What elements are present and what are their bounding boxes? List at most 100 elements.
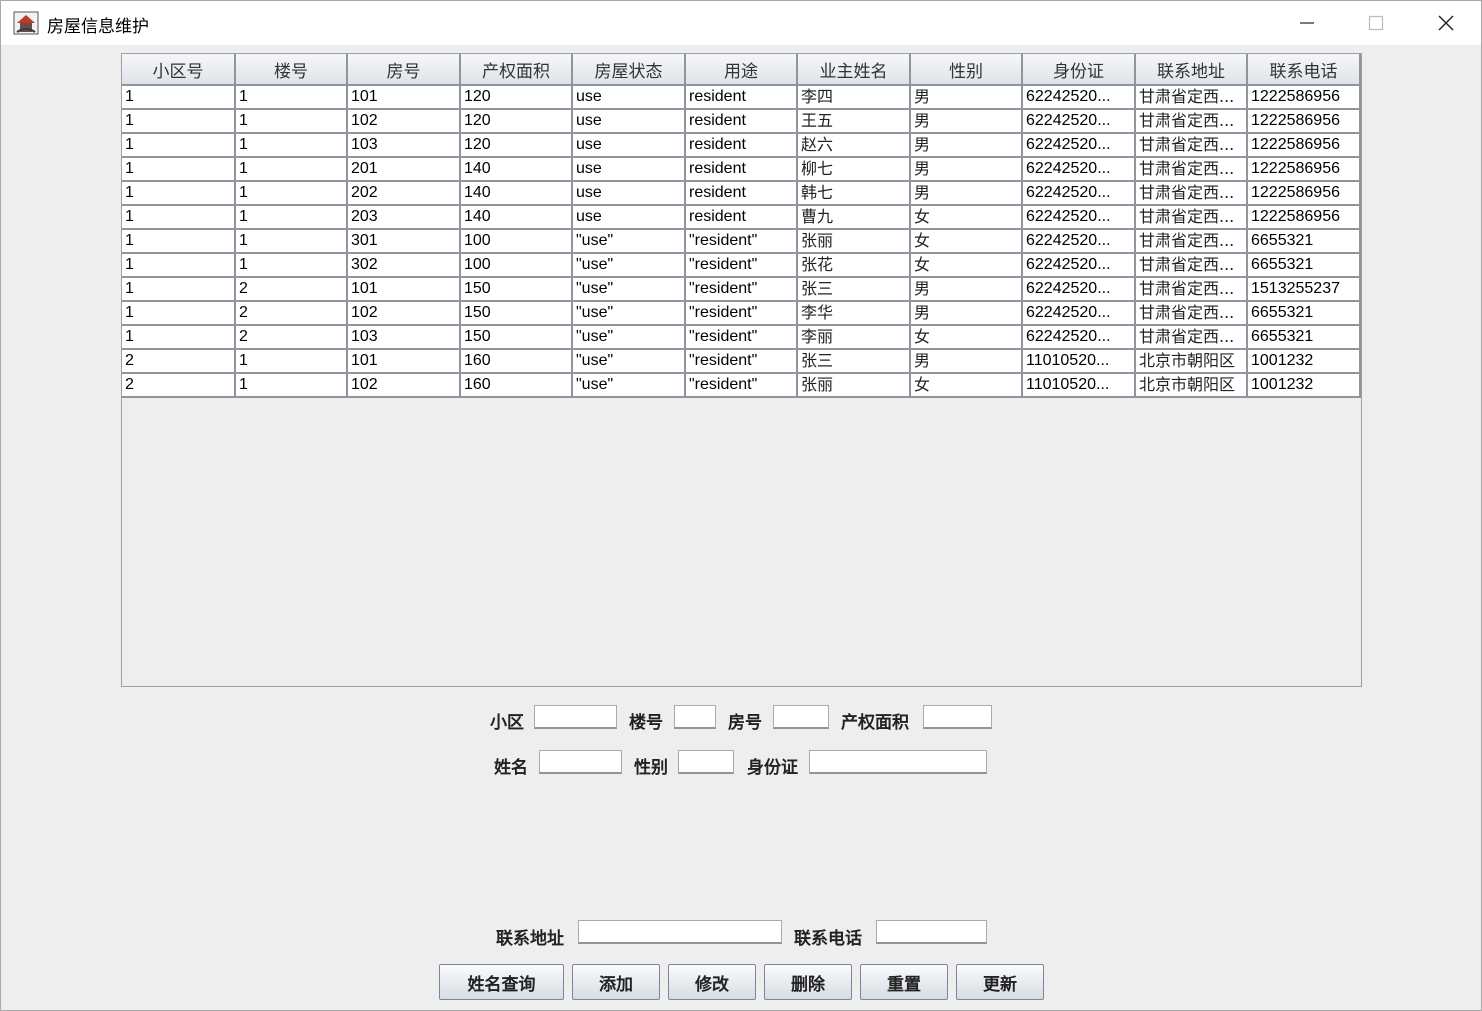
table-cell[interactable]: 101 xyxy=(347,349,461,374)
table-cell[interactable]: "use" xyxy=(572,373,686,398)
table-cell[interactable]: 曹九 xyxy=(797,205,911,230)
table-cell[interactable]: 1 xyxy=(122,325,236,350)
room-field[interactable] xyxy=(773,705,829,729)
table-cell[interactable]: 李四 xyxy=(797,85,911,110)
table-cell[interactable]: 2 xyxy=(122,373,236,398)
table-cell[interactable]: "resident" xyxy=(685,301,798,326)
table-cell[interactable]: 男 xyxy=(910,181,1023,206)
table-cell[interactable]: 62242520... xyxy=(1022,205,1136,230)
table-cell[interactable]: 张丽 xyxy=(797,229,911,254)
house-table[interactable]: 小区号 楼号 房号 产权面积 房屋状态 用途 业主姓名 性别 身份证 联系地址 联系电话 1 1 101… xyxy=(122,54,1361,398)
table-cell[interactable]: 62242520... xyxy=(1022,133,1136,158)
table-cell[interactable]: 140 xyxy=(460,157,573,182)
table-cell[interactable]: 1513255237 xyxy=(1247,277,1361,302)
table-row[interactable]: 1 1 203 140 use resident 曹九女 62242520... 甘肃省定西..… xyxy=(122,205,1361,230)
column-header[interactable]: 房屋状态 xyxy=(572,54,686,86)
table-cell[interactable]: 100 xyxy=(460,253,573,278)
table-cell[interactable]: resident xyxy=(685,181,798,206)
table-cell[interactable]: 1222586956 xyxy=(1247,133,1361,158)
column-header[interactable]: 用途 xyxy=(685,54,798,86)
table-cell[interactable]: 11010520... xyxy=(1022,349,1136,374)
table-cell[interactable]: 1222586956 xyxy=(1247,157,1361,182)
table-cell[interactable]: 甘肃省定西... xyxy=(1135,205,1248,230)
table-row[interactable]: 2 1 102 160 "use" "resident" 张丽女 11010520... 北京市… xyxy=(122,373,1361,398)
table-cell[interactable]: 1 xyxy=(122,85,236,110)
table-cell[interactable]: "use" xyxy=(572,301,686,326)
table-cell[interactable]: 1 xyxy=(235,181,348,206)
table-cell[interactable]: 1 xyxy=(235,109,348,134)
close-button[interactable] xyxy=(1416,1,1476,45)
table-cell[interactable]: resident xyxy=(685,157,798,182)
phone-field[interactable] xyxy=(876,920,987,944)
table-cell[interactable]: 李华 xyxy=(797,301,911,326)
name-field[interactable] xyxy=(539,750,622,774)
table-cell[interactable]: "use" xyxy=(572,277,686,302)
table-row[interactable]: 1 2 103 150 "use" "resident" 李丽女 62242520... 甘肃省… xyxy=(122,325,1361,350)
table-cell[interactable]: 1 xyxy=(235,133,348,158)
table-cell[interactable]: 1 xyxy=(122,301,236,326)
table-cell[interactable]: 张三 xyxy=(797,349,911,374)
table-cell[interactable]: "use" xyxy=(572,325,686,350)
table-cell[interactable]: "resident" xyxy=(685,373,798,398)
table-cell[interactable]: 2 xyxy=(235,325,348,350)
table-cell[interactable]: 103 xyxy=(347,133,461,158)
table-cell[interactable]: 102 xyxy=(347,109,461,134)
maximize-button[interactable] xyxy=(1346,1,1406,45)
column-header[interactable]: 小区号 xyxy=(122,54,236,86)
table-cell[interactable]: 100 xyxy=(460,229,573,254)
minimize-button[interactable] xyxy=(1277,1,1337,45)
gender-field[interactable] xyxy=(678,750,734,774)
table-cell[interactable]: 140 xyxy=(460,205,573,230)
table-cell[interactable]: 1222586956 xyxy=(1247,109,1361,134)
table-cell[interactable]: use xyxy=(572,157,686,182)
table-row[interactable]: 1 1 302 100 "use" "resident" 张花女 62242520... 甘肃省… xyxy=(122,253,1361,278)
table-cell[interactable]: 62242520... xyxy=(1022,277,1136,302)
table-cell[interactable]: 202 xyxy=(347,181,461,206)
table-cell[interactable]: 1 xyxy=(235,373,348,398)
table-cell[interactable]: 北京市朝阳区 xyxy=(1135,373,1248,398)
table-row[interactable]: 1 1 101 120 use resident 李四男 62242520... 甘肃省定西..… xyxy=(122,85,1361,110)
column-header[interactable]: 楼号 xyxy=(235,54,348,86)
table-cell[interactable]: 女 xyxy=(910,325,1023,350)
table-cell[interactable]: "resident" xyxy=(685,253,798,278)
table-cell[interactable]: 301 xyxy=(347,229,461,254)
refresh-button[interactable]: 更新 xyxy=(956,964,1044,1000)
table-cell[interactable]: 张丽 xyxy=(797,373,911,398)
table-cell[interactable]: use xyxy=(572,85,686,110)
table-cell[interactable]: 1001232 xyxy=(1247,349,1361,374)
table-cell[interactable]: 甘肃省定西... xyxy=(1135,109,1248,134)
table-cell[interactable]: 1 xyxy=(235,157,348,182)
table-cell[interactable]: 1 xyxy=(235,253,348,278)
table-cell[interactable]: 1 xyxy=(235,229,348,254)
address-field[interactable] xyxy=(578,920,782,944)
table-cell[interactable]: 6655321 xyxy=(1247,253,1361,278)
table-cell[interactable]: 62242520... xyxy=(1022,157,1136,182)
table-cell[interactable]: 1 xyxy=(122,157,236,182)
table-cell[interactable]: 140 xyxy=(460,181,573,206)
table-cell[interactable]: 62242520... xyxy=(1022,229,1136,254)
table-cell[interactable]: 302 xyxy=(347,253,461,278)
table-cell[interactable]: 2 xyxy=(235,301,348,326)
table-cell[interactable]: 62242520... xyxy=(1022,301,1136,326)
table-cell[interactable]: resident xyxy=(685,85,798,110)
table-cell[interactable]: 62242520... xyxy=(1022,109,1136,134)
id-field[interactable] xyxy=(809,750,987,774)
table-cell[interactable]: "resident" xyxy=(685,325,798,350)
table-cell[interactable]: 2 xyxy=(122,349,236,374)
table-cell[interactable]: 1 xyxy=(235,349,348,374)
table-cell[interactable]: use xyxy=(572,181,686,206)
table-cell[interactable]: 柳七 xyxy=(797,157,911,182)
table-cell[interactable]: 2 xyxy=(235,277,348,302)
table-cell[interactable]: use xyxy=(572,133,686,158)
table-cell[interactable]: 120 xyxy=(460,109,573,134)
table-cell[interactable]: 男 xyxy=(910,133,1023,158)
community-field[interactable] xyxy=(534,705,617,729)
table-cell[interactable]: 男 xyxy=(910,85,1023,110)
table-cell[interactable]: "resident" xyxy=(685,277,798,302)
table-row[interactable]: 1 1 201 140 use resident 柳七男 62242520... 甘肃省定西..… xyxy=(122,157,1361,182)
table-cell[interactable]: "use" xyxy=(572,229,686,254)
table-cell[interactable]: 1 xyxy=(122,205,236,230)
table-cell[interactable]: 203 xyxy=(347,205,461,230)
table-cell[interactable]: 1222586956 xyxy=(1247,181,1361,206)
table-cell[interactable]: 甘肃省定西... xyxy=(1135,229,1248,254)
